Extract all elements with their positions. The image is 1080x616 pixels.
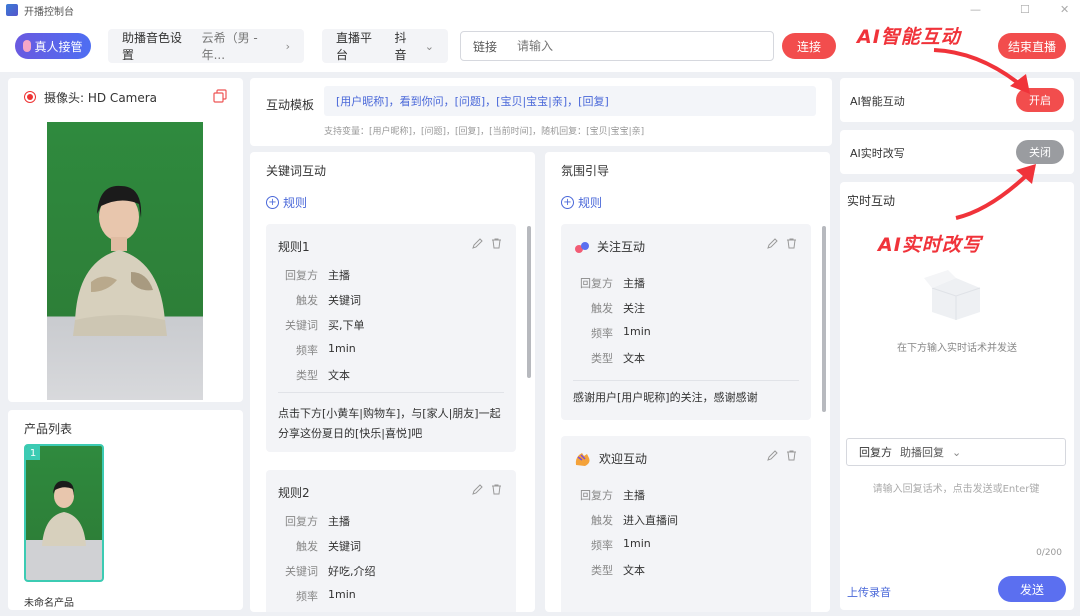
rule-title: 欢迎互动 [599, 452, 648, 466]
delete-icon[interactable] [786, 450, 797, 461]
divider [278, 392, 504, 393]
rule-title: 关注互动 [597, 240, 646, 254]
product-name: 未命名产品 [24, 598, 74, 609]
product-list-title: 产品列表 [24, 422, 73, 436]
divider [573, 380, 799, 381]
template-label: 互动模板 [266, 98, 315, 112]
rule-row: 触发 进入直播间 [591, 514, 678, 527]
rule-row: 频率 1min [591, 325, 651, 340]
keyword-interaction-panel: 关键词互动 + 规则 规则1 回复方 主播 触发 关键词 关键词 买,下单 频率 1mi… [250, 152, 535, 612]
rule-reply-text: 点击下方[小黄车|购物车]，与[家人|朋友]一起分享这份夏日的[快乐|喜悦]吧 [278, 407, 501, 440]
chevron-down-icon: ⌄ [952, 445, 962, 459]
platform-select[interactable]: 直播平台 抖音 ⌄ [322, 29, 448, 63]
camera-label: 摄像头: HD Camera [44, 90, 158, 105]
rule-card[interactable]: 规则1 回复方 主播 触发 关键词 关键词 买,下单 频率 1min 类型 文本 点击下方… [266, 224, 516, 452]
keyword-title: 关键词互动 [266, 164, 327, 178]
rule-row: 频率 1min [296, 342, 356, 357]
rule-card[interactable]: 关注互动 回复方 主播 触发 关注 频率 1min 类型 文本 感谢用户[用户昵称]的关… [561, 224, 811, 420]
title-bar: 开播控制台 — ☐ ✕ [0, 0, 1080, 20]
product-index-badge: 1 [26, 446, 40, 460]
reply-textarea[interactable]: 请输入回复话术，点击发送或Enter键 [846, 480, 1066, 495]
rule-row: 触发 关注 [591, 302, 645, 315]
rule-row: 回复方 主播 [285, 269, 350, 282]
minimize-button[interactable]: — [970, 3, 981, 16]
upload-recording-link[interactable]: 上传录音 [847, 584, 891, 600]
window-title: 开播控制台 [24, 6, 74, 18]
rule-row: 关键词 买,下单 [285, 319, 365, 332]
atmosphere-title: 氛围引导 [561, 164, 610, 178]
rule-title: 规则2 [278, 486, 310, 500]
voice-setting-select[interactable]: 助播音色设置 云希（男 - 年... › [108, 29, 304, 63]
plus-icon: + [266, 196, 279, 209]
template-hint: 支持变量：[用户昵称]，[问题]，[回复]，[当前时间]，随机回复：[宝贝|宝宝… [324, 127, 645, 137]
rule-row: 类型 文本 [591, 564, 645, 577]
rule-title: 规则1 [278, 240, 310, 254]
rule-row: 触发 关键词 [296, 540, 361, 553]
close-button[interactable]: ✕ [1060, 3, 1069, 16]
char-counter: 0/200 [1036, 548, 1062, 558]
rule-row: 类型 文本 [591, 352, 645, 365]
camera-preview [47, 122, 203, 400]
product-list-panel: 产品列表 1 未命名产品 [8, 410, 243, 610]
interaction-template-panel: 互动模板 [用户昵称]，看到你问，[问题]，[宝贝|宝宝|亲]，[回复] 支持变… [250, 78, 832, 146]
rule-card[interactable]: 欢迎互动 回复方 主播 触发 进入直播间 频率 1min 类型 文本 [561, 436, 811, 612]
add-keyword-rule-button[interactable]: + 规则 [266, 194, 307, 211]
ai-interact-label: AI智能互动 [850, 95, 905, 108]
maximize-button[interactable]: ☐ [1020, 3, 1030, 16]
add-atmosphere-rule-button[interactable]: + 规则 [561, 194, 602, 211]
template-input[interactable]: [用户昵称]，看到你问，[问题]，[宝贝|宝宝|亲]，[回复] [324, 86, 816, 116]
realtime-title: 实时互动 [847, 194, 896, 208]
link-input[interactable] [517, 39, 718, 53]
connect-button[interactable]: 连接 [782, 33, 836, 59]
presenter-image [73, 185, 167, 336]
rule-row: 回复方 主播 [580, 277, 645, 290]
live-host-takeover-button[interactable]: 真人接管 [15, 33, 91, 59]
rule-row: 回复方 主播 [580, 489, 645, 502]
send-button[interactable]: 发送 [998, 576, 1066, 602]
follow-icon [575, 241, 589, 253]
record-icon[interactable] [24, 91, 36, 103]
delete-icon[interactable] [491, 238, 502, 249]
rule-row: 频率 1min [591, 537, 651, 552]
chevron-right-icon: › [285, 39, 290, 53]
link-field[interactable]: 链接 [460, 31, 774, 61]
annotation-arrow-icon [933, 48, 1030, 94]
rule-row: 回复方 主播 [285, 515, 350, 528]
product-thumbnail[interactable]: 1 [24, 444, 104, 582]
reply-source-select[interactable]: 回复方 助播回复 ⌄ [846, 438, 1066, 466]
product-image [42, 480, 86, 546]
empty-box-icon [924, 270, 981, 320]
annotation-arrow-icon [955, 164, 1036, 220]
edit-icon[interactable] [767, 238, 778, 249]
annotation-ai-rewrite: AI实时改写 [878, 234, 982, 256]
chevron-down-icon: ⌄ [424, 39, 434, 53]
edit-icon[interactable] [767, 450, 778, 461]
delete-icon[interactable] [491, 484, 502, 495]
atmosphere-guide-panel: 氛围引导 + 规则 关注互动 回复方 主播 触发 关注 频率 1min 类型 文本 感谢… [545, 152, 830, 612]
rule-row: 触发 关键词 [296, 294, 361, 307]
app-icon [6, 4, 18, 16]
rule-row: 关键词 好吃,介绍 [285, 565, 376, 578]
empty-hint: 在下方输入实时话术并发送 [897, 343, 1017, 354]
ai-rewrite-label: AI实时改写 [850, 147, 905, 160]
edit-icon[interactable] [472, 484, 483, 495]
rule-row: 频率 1min [296, 588, 356, 603]
rule-row: 类型 文本 [296, 369, 350, 382]
rule-reply-text: 感谢用户[用户昵称]的关注，感谢感谢 [573, 391, 758, 404]
scrollbar[interactable] [822, 226, 826, 412]
rule-card[interactable]: 规则2 回复方 主播 触发 关键词 关键词 好吃,介绍 频率 1min [266, 470, 516, 612]
delete-icon[interactable] [786, 238, 797, 249]
camera-header: 摄像头: HD Camera [8, 80, 243, 114]
mic-icon [23, 40, 32, 52]
copy-icon[interactable] [213, 89, 227, 103]
edit-icon[interactable] [472, 238, 483, 249]
plus-icon: + [561, 196, 574, 209]
scrollbar[interactable] [527, 226, 531, 378]
wave-hand-icon [575, 452, 590, 466]
